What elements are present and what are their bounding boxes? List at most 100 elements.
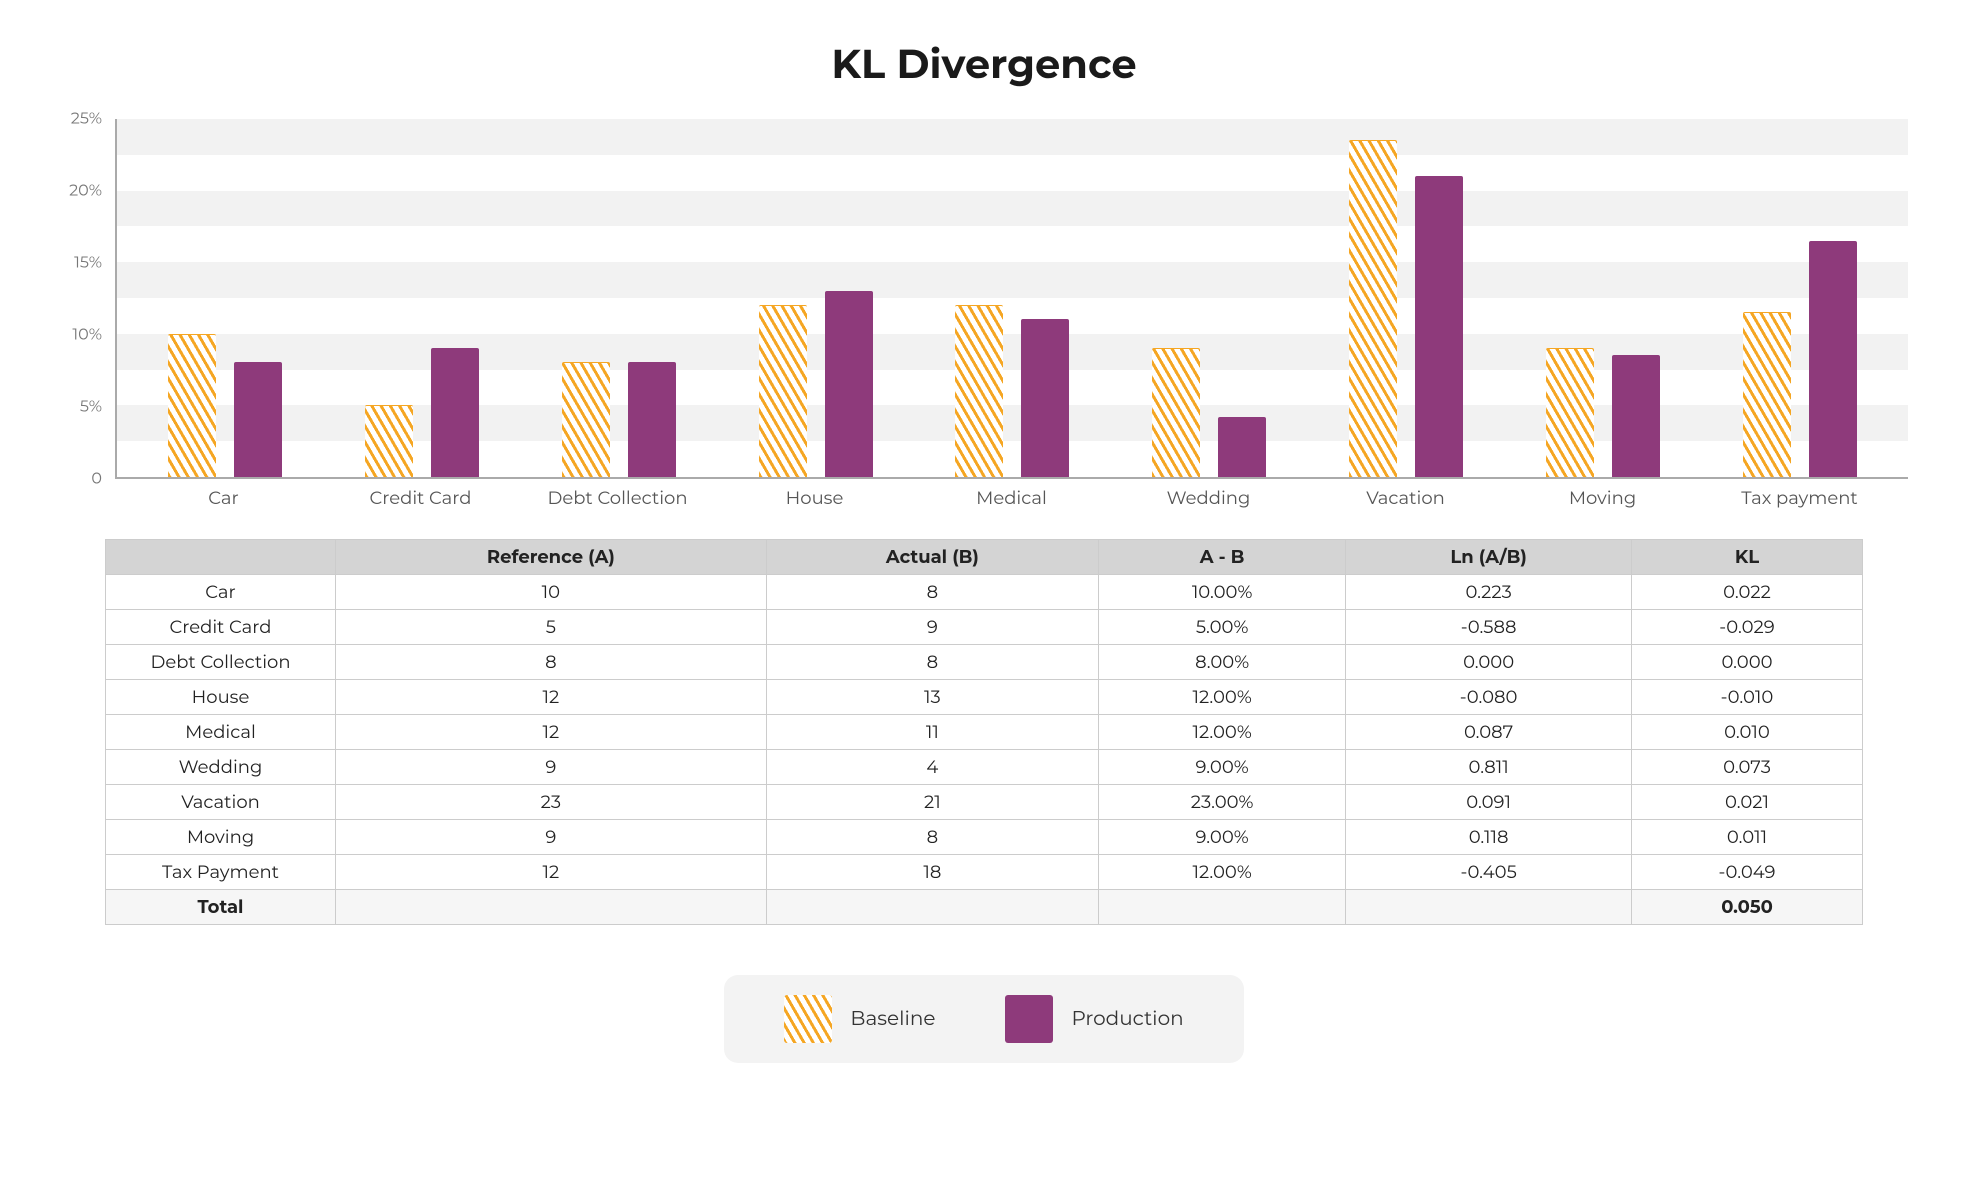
table-row: House121312.00%-0.080-0.010: [106, 680, 1863, 715]
bar-baseline: [1152, 348, 1200, 477]
table-header-row: Reference (A)Actual (B)A - BLn (A/B)KL: [106, 540, 1863, 575]
legend-label-production: Production: [1071, 1007, 1183, 1031]
table-cell: 5.00%: [1099, 610, 1346, 645]
table-cell: 0.000: [1632, 645, 1863, 680]
table-cell: 4: [766, 750, 1098, 785]
bar-production: [1218, 417, 1266, 477]
bar-production: [825, 291, 873, 477]
bar-group: [168, 119, 282, 477]
bar-baseline: [1743, 312, 1791, 477]
table-cell: 8: [766, 820, 1098, 855]
x-axis-labels: CarCredit CardDebt CollectionHouseMedica…: [115, 479, 1908, 519]
table-cell: 0.021: [1632, 785, 1863, 820]
plot-area: [115, 119, 1908, 479]
bar-group: [1546, 119, 1660, 477]
table-row: Credit Card595.00%-0.588-0.029: [106, 610, 1863, 645]
y-tick: 0: [91, 470, 102, 489]
y-tick: 25%: [71, 110, 102, 129]
table-cell: 0.011: [1632, 820, 1863, 855]
kl-table: Reference (A)Actual (B)A - BLn (A/B)KL C…: [105, 539, 1863, 925]
swatch-production-icon: [1005, 995, 1053, 1043]
table-cell: 0.073: [1632, 750, 1863, 785]
bar-baseline: [759, 305, 807, 477]
x-label: Moving: [1504, 487, 1701, 509]
table-cell: -0.010: [1632, 680, 1863, 715]
table-cell: Medical: [106, 715, 336, 750]
table-cell: 0.811: [1346, 750, 1632, 785]
table-cell: Debt Collection: [106, 645, 336, 680]
legend-label-baseline: Baseline: [850, 1007, 935, 1031]
table-body: Car10810.00%0.2230.022Credit Card595.00%…: [106, 575, 1863, 925]
table-row: Wedding949.00%0.8110.073: [106, 750, 1863, 785]
table-cell: -0.405: [1346, 855, 1632, 890]
table-cell: House: [106, 680, 336, 715]
table-cell: 10.00%: [1099, 575, 1346, 610]
table-cell: -0.029: [1632, 610, 1863, 645]
legend-item-baseline: Baseline: [784, 995, 935, 1043]
table-cell: Total: [106, 890, 336, 925]
table-row: Medical121112.00%0.0870.010: [106, 715, 1863, 750]
table-cell: 8: [766, 645, 1098, 680]
bar-group: [562, 119, 676, 477]
table-cell: 0.087: [1346, 715, 1632, 750]
bar-baseline: [562, 362, 610, 477]
table-cell: 8: [766, 575, 1098, 610]
table-cell: 9: [766, 610, 1098, 645]
bar-group: [1152, 119, 1266, 477]
bar-group: [1743, 119, 1857, 477]
table-cell: 0.118: [1346, 820, 1632, 855]
bar-production: [1612, 355, 1660, 477]
bar-production: [431, 348, 479, 477]
swatch-baseline-icon: [784, 995, 832, 1043]
table-cell: 5: [336, 610, 767, 645]
table-cell: -0.588: [1346, 610, 1632, 645]
legend-item-production: Production: [1005, 995, 1183, 1043]
x-label: House: [716, 487, 913, 509]
bar-baseline: [1349, 140, 1397, 477]
bar-production: [1809, 241, 1857, 477]
table-cell: 12: [336, 855, 767, 890]
bar-baseline: [168, 334, 216, 477]
table-cell: 0.010: [1632, 715, 1863, 750]
bar-production: [628, 362, 676, 477]
table-cell: 9: [336, 750, 767, 785]
x-label: Car: [125, 487, 322, 509]
table-cell: 18: [766, 855, 1098, 890]
bar-groups: [117, 119, 1908, 477]
bar-group: [759, 119, 873, 477]
x-label: Debt Collection: [519, 487, 716, 509]
x-label: Vacation: [1307, 487, 1504, 509]
page-title: KL Divergence: [40, 40, 1928, 89]
table-cell: 12.00%: [1099, 715, 1346, 750]
x-label: Medical: [913, 487, 1110, 509]
table-cell: [1099, 890, 1346, 925]
table-row: Tax Payment121812.00%-0.405-0.049: [106, 855, 1863, 890]
table-header-cell: Actual (B): [766, 540, 1098, 575]
table-cell: 21: [766, 785, 1098, 820]
bar-production: [1021, 319, 1069, 477]
table-cell: [1346, 890, 1632, 925]
y-tick: 20%: [69, 182, 102, 201]
table-cell: 9: [336, 820, 767, 855]
table-cell: 0.050: [1632, 890, 1863, 925]
bar-baseline: [1546, 348, 1594, 477]
table-cell: 11: [766, 715, 1098, 750]
table-cell: 12: [336, 715, 767, 750]
bar-production: [1415, 176, 1463, 477]
table-cell: -0.049: [1632, 855, 1863, 890]
table-header-cell: Reference (A): [336, 540, 767, 575]
kl-bar-chart: 05%10%15%20%25% CarCredit CardDebt Colle…: [60, 119, 1908, 519]
y-tick: 10%: [72, 326, 102, 345]
table-cell: [766, 890, 1098, 925]
table-row: Debt Collection888.00%0.0000.000: [106, 645, 1863, 680]
table-cell: Vacation: [106, 785, 336, 820]
y-tick: 5%: [80, 398, 102, 417]
bar-production: [234, 362, 282, 477]
table-cell: 23.00%: [1099, 785, 1346, 820]
table-cell: 12.00%: [1099, 680, 1346, 715]
table-header-cell: Ln (A/B): [1346, 540, 1632, 575]
x-label: Credit Card: [322, 487, 519, 509]
legend: Baseline Production: [724, 975, 1243, 1063]
table-cell: 23: [336, 785, 767, 820]
bar-group: [1349, 119, 1463, 477]
